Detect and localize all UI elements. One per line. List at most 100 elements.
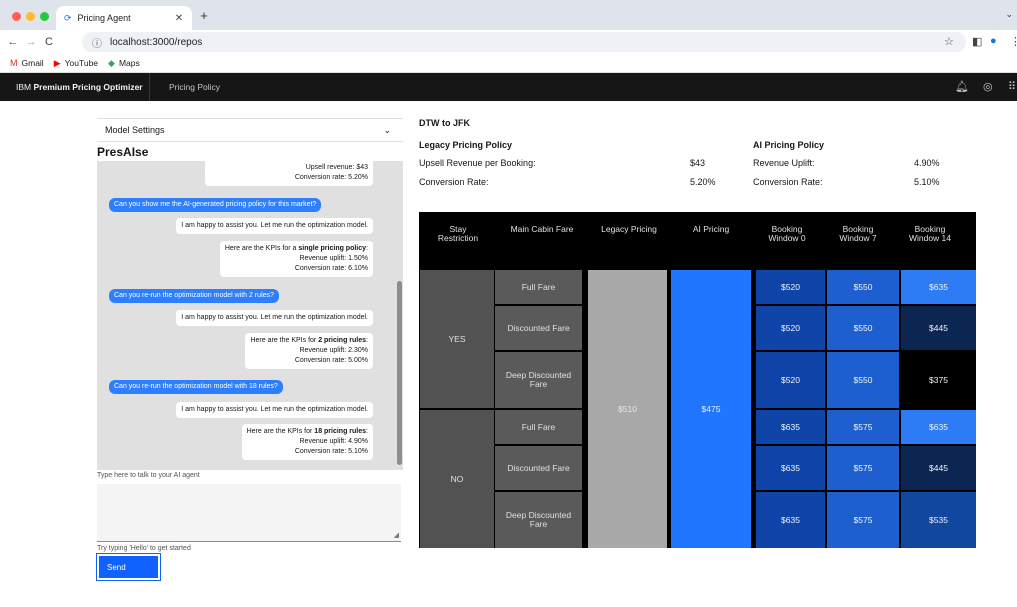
booking-window-0-cell: $635 xyxy=(756,492,825,548)
model-settings-label: Model Settings xyxy=(105,125,165,135)
browser-tab[interactable]: ⟳ Pricing Agent ✕ xyxy=(56,6,192,30)
header-booking-window-7: Booking Window 7 xyxy=(839,224,877,243)
app-brand[interactable]: IBM Premium Pricing Optimizer xyxy=(16,82,143,92)
close-window-button[interactable] xyxy=(12,12,21,21)
stay-restriction-yes: YES xyxy=(420,270,494,408)
route-title: DTW to JFK xyxy=(419,118,470,128)
resize-handle-icon[interactable]: ◢ xyxy=(394,531,399,539)
chat-history[interactable]: Upsell revenue: $43 Conversion rate: 5.2… xyxy=(97,161,403,470)
app-header: IBM Premium Pricing Optimizer Pricing Po… xyxy=(0,73,1017,101)
header-ai-pricing: AI Pricing xyxy=(692,224,730,234)
tab-title: Pricing Agent xyxy=(77,13,131,23)
tab-search-chevron-icon[interactable]: ⌄ xyxy=(1005,9,1013,20)
bot-message: Here are the KPIs for a single pricing p… xyxy=(219,241,373,277)
main-cabin-fare-cell: Full Fare xyxy=(495,410,582,444)
main-cabin-fare-cell: Deep Discounted Fare xyxy=(495,492,582,548)
header-main-cabin-fare: Main Cabin Fare xyxy=(510,224,574,234)
message-line: Conversion rate: 5.10% xyxy=(294,448,368,455)
booking-window-0-cell: $520 xyxy=(756,352,825,408)
minimize-window-button[interactable] xyxy=(26,12,35,21)
chat-input-label: Type here to talk to your AI agent xyxy=(97,472,200,479)
bookmark-label: Maps xyxy=(118,58,140,68)
ai-uplift-value: 4.90% xyxy=(914,158,940,168)
stay-restriction-no: NO xyxy=(420,410,494,548)
brand-prefix: IBM xyxy=(16,82,32,92)
ai-price-cell: $475 xyxy=(671,270,751,548)
booking-window-0-cell: $520 xyxy=(756,306,825,350)
legacy-conversion-value: 5.20% xyxy=(690,177,716,187)
booking-window-14-cell: $635 xyxy=(901,270,976,304)
user-message: Can you re-run the optimization model wi… xyxy=(109,289,279,303)
ai-conversion-label: Conversion Rate: xyxy=(753,177,823,187)
bookmark-label: YouTube xyxy=(64,58,99,68)
user-message: Can you re-run the optimization model wi… xyxy=(109,380,283,394)
maps-icon: ◆ xyxy=(108,57,115,68)
bookmark-star-icon[interactable]: ☆ xyxy=(944,35,954,48)
gmail-icon: M xyxy=(10,58,18,68)
header-booking-window-14: Booking Window 14 xyxy=(908,224,952,243)
send-button[interactable]: Send xyxy=(96,553,161,581)
bot-message: I am happy to assist you. Let me run the… xyxy=(176,218,373,234)
notification-icon[interactable]: 🔔︎ xyxy=(955,80,969,93)
booking-window-14-cell: $375 xyxy=(901,352,976,408)
bookmarks-bar: M Gmail ▶ YouTube ◆ Maps xyxy=(0,54,1017,73)
brand-name: Premium Pricing Optimizer xyxy=(33,82,143,92)
zoom-window-button[interactable] xyxy=(40,12,49,21)
bookmark-youtube[interactable]: ▶ YouTube xyxy=(54,58,98,69)
chat-scrollbar[interactable] xyxy=(395,161,403,470)
message-line: Conversion rate: 5.00% xyxy=(294,357,368,364)
booking-window-14-cell: $535 xyxy=(901,492,976,548)
bookmark-label: Gmail xyxy=(21,58,44,68)
header-booking-window-0: Booking Window 0 xyxy=(768,224,806,243)
site-info-icon[interactable]: ⓘ xyxy=(92,35,102,50)
pricing-policy-table: Stay Restriction Main Cabin Fare Legacy … xyxy=(419,212,976,548)
bookmark-gmail[interactable]: M Gmail xyxy=(10,58,44,68)
reload-icon[interactable]: C xyxy=(40,36,58,48)
chat-scrollbar-thumb[interactable] xyxy=(397,281,402,465)
message-line: Here are the KPIs for 2 pricing rules: xyxy=(250,337,368,344)
browser-menu-icon[interactable]: ⋮ xyxy=(1010,35,1017,48)
chevron-down-icon: ⌄ xyxy=(383,125,391,135)
url-field[interactable]: ⓘ localhost:3000/repos xyxy=(82,32,966,52)
new-tab-button[interactable]: + xyxy=(196,8,212,24)
browser-tab-strip: ⟳ Pricing Agent ✕ + ⌄ xyxy=(0,0,1017,30)
legacy-conversion-label: Conversion Rate: xyxy=(419,177,489,187)
agent-title: PresAIse xyxy=(97,145,149,159)
chat-input[interactable]: ◢ xyxy=(97,484,401,542)
message-line: Revenue uplift: 2.30% xyxy=(299,347,369,354)
booking-window-7-cell: $550 xyxy=(827,270,899,304)
address-bar-row: ← → C ⓘ localhost:3000/repos ☆ ◧ ● ⋮ xyxy=(0,30,1017,54)
booking-window-7-cell: $575 xyxy=(827,410,899,444)
forward-icon[interactable]: → xyxy=(22,36,40,48)
booking-window-14-cell: $445 xyxy=(901,446,976,490)
legacy-policy-title: Legacy Pricing Policy xyxy=(419,140,513,150)
message-line: Revenue uplift: 1.50% xyxy=(299,255,369,262)
back-icon[interactable]: ← xyxy=(4,36,22,48)
header-divider xyxy=(149,73,150,101)
booking-window-14-cell: $635 xyxy=(901,410,976,444)
profile-icon[interactable]: ● xyxy=(990,35,997,47)
ai-policy-title: AI Pricing Policy xyxy=(753,140,825,150)
bookmark-maps[interactable]: ◆ Maps xyxy=(108,58,140,69)
message-line: Upsell revenue: $43 xyxy=(305,164,368,171)
booking-window-7-cell: $550 xyxy=(827,306,899,350)
main-cabin-fare-cell: Discounted Fare xyxy=(495,306,582,350)
chat-input-hint: Try typing 'Hello' to get started xyxy=(97,545,191,552)
main-cabin-fare-cell: Full Fare xyxy=(495,270,582,304)
legacy-upsell-label: Upsell Revenue per Booking: xyxy=(419,158,536,168)
booking-window-0-cell: $520 xyxy=(756,270,825,304)
header-stay-restriction: Stay Restriction xyxy=(437,224,479,243)
message-line: Conversion rate: 6.10% xyxy=(294,265,368,272)
ai-conversion-value: 5.10% xyxy=(914,177,940,187)
nav-pricing-policy[interactable]: Pricing Policy xyxy=(169,82,220,92)
bot-message: Here are the KPIs for 18 pricing rules: … xyxy=(241,424,373,460)
header-legacy-pricing: Legacy Pricing xyxy=(601,224,657,234)
user-profile-icon[interactable]: ◎ xyxy=(983,80,993,93)
main-cabin-fare-cell: Discounted Fare xyxy=(495,446,582,490)
side-panel-icon[interactable]: ◧ xyxy=(972,35,982,48)
message-line: Here are the KPIs for 18 pricing rules: xyxy=(246,428,368,435)
close-tab-icon[interactable]: ✕ xyxy=(172,13,186,24)
model-settings-accordion[interactable]: Model Settings ⌄ xyxy=(97,118,403,142)
app-switcher-icon[interactable]: ⠿ xyxy=(1008,80,1016,93)
main-cabin-fare-cell: Deep Discounted Fare xyxy=(495,352,582,408)
